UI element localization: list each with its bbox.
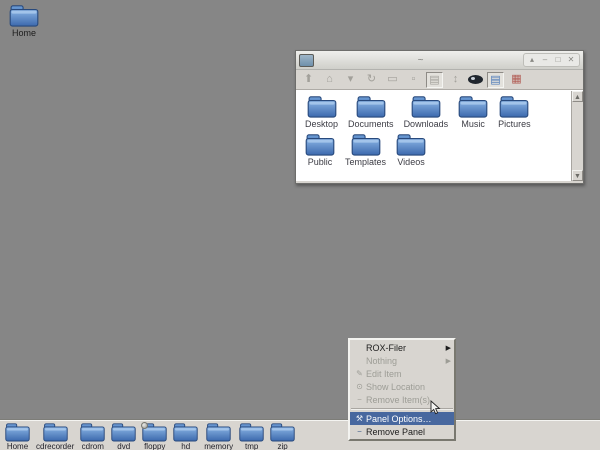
desktop-home-icon[interactable]: Home [2,4,46,38]
folder-item-templates[interactable]: Templates [340,132,391,168]
sort-icon[interactable]: ↕ [447,72,464,88]
panel-item-dvd[interactable]: dvd [108,422,139,450]
folder-item-public[interactable]: Public [300,132,340,168]
folder-item-pictures[interactable]: Pictures [493,94,536,130]
shade-button[interactable]: ▴ [526,54,538,66]
panel-item-cdrecorder[interactable]: cdrecorder [33,422,77,450]
maximize-button[interactable]: □ [552,54,564,66]
scroll-up-icon[interactable]: ▲ [572,91,583,102]
folder-label: Templates [345,157,387,167]
folder-label: Documents [348,119,394,129]
menu-item-label: ROX-Filer [366,342,406,353]
window-content: Desktop Documents Downloads Music Pictures Pu… [296,90,583,181]
scrollbar[interactable]: ▲ ▼ [571,91,583,181]
window-menu-icon[interactable] [299,53,314,67]
menu-item-icon: − [357,427,362,436]
bottom-panel: Home cdrecorder cdrom dvd floppy hd memory tmp z… [0,420,600,450]
scroll-down-icon[interactable]: ▼ [572,170,583,181]
folder-icon [2,4,46,27]
refresh-icon[interactable]: ↻ [363,72,380,88]
panel-item-hd[interactable]: hd [170,422,201,450]
icons-view-icon[interactable]: ▤ [426,71,443,88]
details-view-icon[interactable]: ▤ [487,71,504,88]
panel-item-label: tmp [244,442,259,450]
panel-item-label: hd [181,442,191,450]
panel-item-memory[interactable]: memory [201,422,236,450]
folder-item-music[interactable]: Music [453,94,493,130]
menu-item-nothing[interactable]: Nothing ▶ [350,354,454,367]
folder-label: Desktop [305,119,339,129]
folder-item-documents[interactable]: Documents [343,94,399,130]
panel-item-home[interactable]: Home [2,422,33,450]
up-icon[interactable]: ⬆ [300,72,317,88]
menu-item-label: Remove Panel [366,426,426,437]
menu-item-icon: ⊙ [356,382,363,391]
window-title: ~ [417,54,424,66]
panel-item-label: cdrom [81,442,104,450]
rox-filer-window: ~ ▴ – □ ✕ ⬆ ⌂ ▾ ↻ ▭ ▫ ▤ ↕ ▤ ▦ Desktop Documents Downlo… [295,50,584,184]
submenu-arrow-icon: ▶ [445,357,451,365]
file-list: Desktop Documents Downloads Music Pictures Pu… [296,91,567,170]
desktop-home-label: Home [11,28,36,38]
panel-item-label: floppy [144,442,166,450]
folder-label: Videos [397,157,425,167]
menu-item-show-location[interactable]: ⊙ Show Location [350,380,454,393]
submenu-arrow-icon: ▶ [445,344,451,352]
window-toolbar: ⬆ ⌂ ▾ ↻ ▭ ▫ ▤ ↕ ▤ ▦ [296,70,583,90]
mouse-cursor [430,400,441,415]
smaller-icons-icon[interactable]: ▭ [384,72,401,88]
menu-item-icon: ✎ [356,369,363,378]
bookmarks-icon[interactable]: ▾ [342,72,359,88]
folder-item-desktop[interactable]: Desktop [300,94,343,130]
panel-item-label: memory [204,442,234,450]
panel-item-tmp[interactable]: tmp [236,422,267,450]
panel-context-menu: ROX-Filer ▶ Nothing ▶ ✎ Edit Item ⊙ Show Locati… [348,338,456,441]
panel-item-cdrom[interactable]: cdrom [77,422,108,450]
show-hidden-icon[interactable] [468,75,483,84]
folder-item-videos[interactable]: Videos [391,132,431,168]
menu-item-label: Nothing [366,355,398,366]
larger-icons-icon[interactable]: ▫ [405,72,422,88]
menu-item-icon: − [357,395,362,404]
home-icon[interactable]: ⌂ [321,72,338,88]
window-titlebar[interactable]: ~ ▴ – □ ✕ [296,51,583,70]
panel-item-label: Home [6,442,29,450]
panel-item-label: zip [277,442,288,450]
folder-label: Public [307,157,333,167]
menu-item-remove-panel[interactable]: − Remove Panel [350,425,454,438]
menu-item-edit-item[interactable]: ✎ Edit Item [350,367,454,380]
folder-label: Pictures [498,119,531,129]
folder-item-downloads[interactable]: Downloads [399,94,454,130]
window-buttons: ▴ – □ ✕ [523,53,580,67]
panel-item-floppy[interactable]: floppy [139,422,170,450]
close-button[interactable]: ✕ [565,54,577,66]
panel-item-label: cdrecorder [36,442,75,450]
menu-item-label: Show Location [366,381,426,392]
menu-item-icon: ⚒ [355,414,364,423]
panel-item-label: dvd [117,442,131,450]
select-all-icon[interactable]: ▦ [508,72,525,88]
desktop: { "desktop": { "home_icon_label": "Home"… [0,0,600,450]
folder-label: Music [461,119,485,129]
menu-item-label: Edit Item [366,368,402,379]
panel-item-zip[interactable]: zip [267,422,298,450]
folder-label: Downloads [403,119,449,129]
menu-item-rox-filer[interactable]: ROX-Filer ▶ [350,341,454,354]
minimize-button[interactable]: – [539,54,551,66]
